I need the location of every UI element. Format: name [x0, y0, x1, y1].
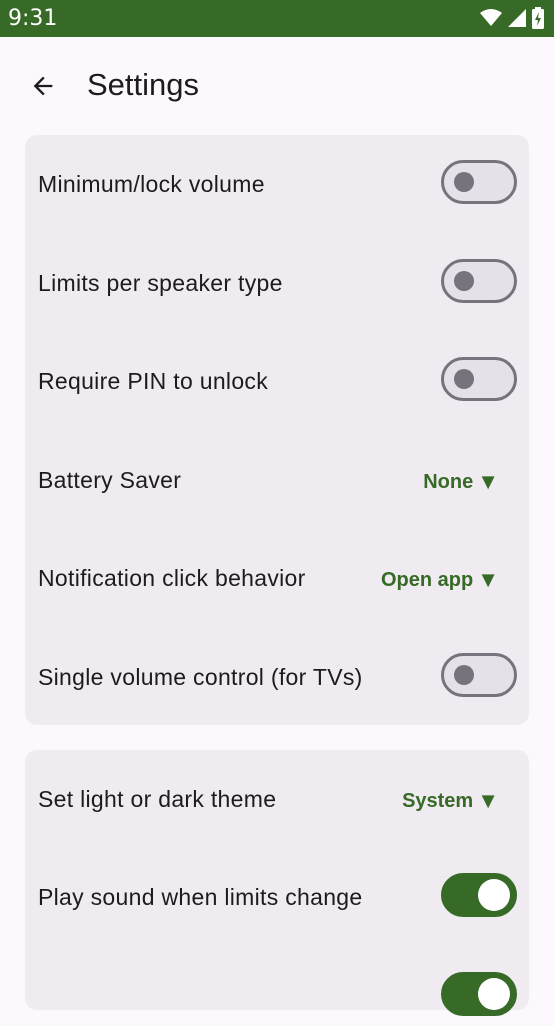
switch-knob — [454, 271, 474, 291]
settings-card-secondary: Set light or dark theme System ▼ Play so… — [25, 750, 529, 1016]
status-icons — [480, 7, 544, 29]
battery-icon — [532, 7, 544, 29]
setting-label: Play sound when limits change — [38, 884, 363, 910]
dropdown-value: System — [402, 789, 474, 812]
limits-per-speaker-switch[interactable] — [441, 259, 517, 303]
page-title: Settings — [87, 67, 200, 102]
app-bar: Settings — [0, 37, 554, 134]
notification-click-dropdown[interactable]: Open app ▼ — [381, 550, 499, 610]
signal-icon — [508, 9, 526, 27]
switch-knob — [454, 369, 474, 389]
status-bar: 9:31 — [0, 0, 554, 37]
setting-label: Single volume control (for TVs) — [38, 664, 363, 690]
setting-row-theme[interactable]: Set light or dark theme System ▼ — [25, 769, 529, 829]
dropdown-arrow-icon: ▼ — [477, 469, 499, 494]
wifi-icon — [480, 9, 502, 26]
play-sound-switch[interactable] — [441, 873, 517, 917]
require-pin-switch[interactable] — [441, 357, 517, 401]
setting-row-minimum-lock-volume[interactable]: Minimum/lock volume — [25, 154, 529, 214]
partial-switch[interactable] — [441, 972, 517, 1016]
back-button[interactable] — [22, 65, 64, 107]
theme-dropdown[interactable]: System ▼ — [402, 771, 499, 831]
switch-knob — [478, 879, 510, 911]
setting-label: Require PIN to unlock — [38, 368, 269, 394]
setting-label: Minimum/lock volume — [38, 171, 265, 197]
arrow-back-icon — [33, 76, 53, 96]
single-volume-switch[interactable] — [441, 653, 517, 697]
setting-label: Notification click behavior — [38, 565, 306, 591]
setting-label: Limits per speaker type — [38, 270, 283, 296]
switch-knob — [454, 665, 474, 685]
setting-row-limits-per-speaker[interactable]: Limits per speaker type — [25, 253, 529, 313]
setting-row-notification-click[interactable]: Notification click behavior Open app ▼ — [25, 548, 529, 608]
status-time: 9:31 — [8, 6, 58, 31]
dropdown-value: None — [423, 470, 474, 493]
switch-knob — [454, 172, 474, 192]
setting-label: Battery Saver — [38, 467, 182, 493]
switch-knob — [478, 978, 510, 1010]
setting-row-battery-saver[interactable]: Battery Saver None ▼ — [25, 450, 529, 510]
setting-row-single-volume[interactable]: Single volume control (for TVs) — [25, 647, 529, 707]
setting-row-play-sound[interactable]: Play sound when limits change — [25, 867, 529, 927]
battery-saver-dropdown[interactable]: None ▼ — [423, 452, 499, 512]
setting-label: Set light or dark theme — [38, 786, 277, 812]
dropdown-value: Open app — [380, 568, 474, 591]
setting-row-require-pin[interactable]: Require PIN to unlock — [25, 351, 529, 411]
dropdown-arrow-icon: ▼ — [477, 567, 499, 592]
dropdown-arrow-icon: ▼ — [477, 788, 499, 813]
minimum-lock-volume-switch[interactable] — [441, 160, 517, 204]
setting-row-partial[interactable] — [25, 966, 529, 1026]
settings-card-primary: Minimum/lock volume Limits per speaker t… — [25, 135, 529, 725]
